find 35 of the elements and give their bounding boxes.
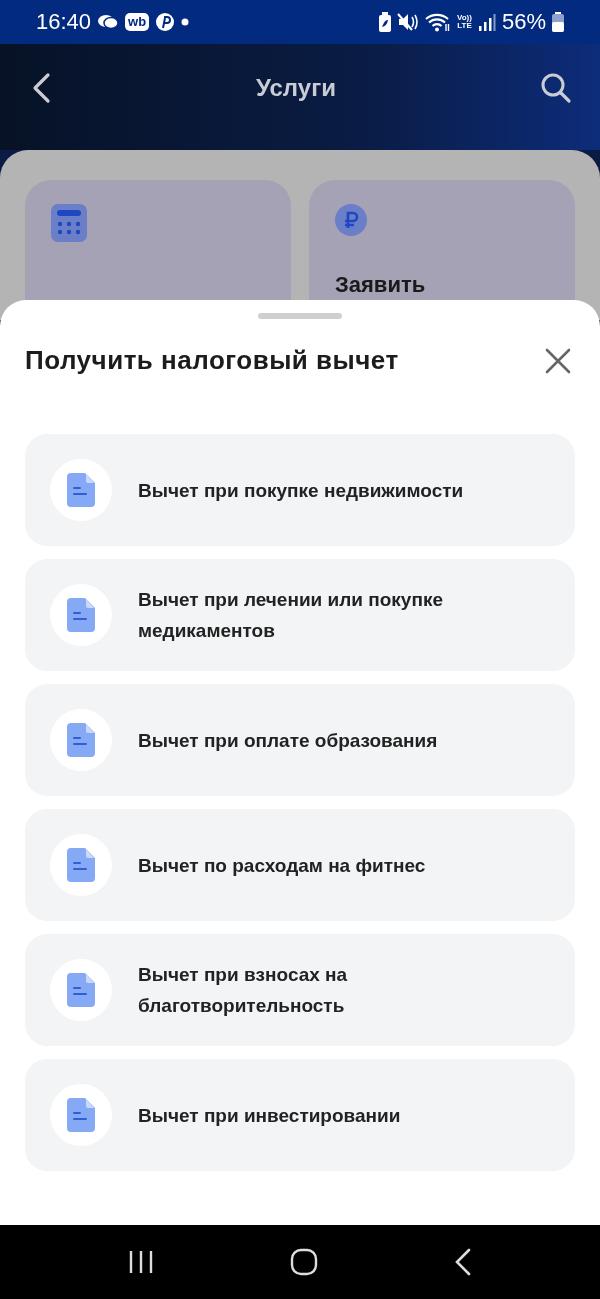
search-button[interactable] xyxy=(540,72,572,104)
wifi-icon xyxy=(425,12,451,32)
deduction-label: Вычет при оплате образования xyxy=(138,728,438,753)
recents-button[interactable] xyxy=(128,1250,154,1274)
calendar-icon xyxy=(51,204,87,242)
dot-icon xyxy=(181,18,190,26)
battery-icon xyxy=(552,12,564,32)
volte-label: Vo)) LTE xyxy=(457,14,472,30)
deduction-item[interactable]: Вычет при оплате образования xyxy=(25,684,575,796)
mute-icon xyxy=(397,12,419,32)
sheet-handle[interactable] xyxy=(258,313,342,319)
signal-icon xyxy=(477,12,496,32)
battery-percent: 56% xyxy=(501,9,546,35)
deduction-item[interactable]: Вычет по расходам на фитнес xyxy=(25,809,575,921)
status-time: 16:40 xyxy=(36,9,92,35)
page-title: Услуги xyxy=(256,74,336,102)
deduction-item[interactable]: Вычет при взносах на благотворительность xyxy=(25,934,575,1046)
sheet-title: Получить налоговый вычет xyxy=(25,345,399,376)
app-badge-icon: wb xyxy=(125,13,150,31)
pin-icon xyxy=(155,12,176,32)
chat-icon xyxy=(97,13,120,31)
deduction-item[interactable]: Вычет при покупке недвижимости xyxy=(25,434,575,546)
deduction-label: Вычет при взносах на благотворительность xyxy=(138,963,349,1018)
ruble-icon xyxy=(335,204,367,236)
deduction-item[interactable]: Вычет при лечении или покупке медикаментов xyxy=(25,559,575,671)
service-card-label: Заявить xyxy=(335,272,427,298)
deduction-label: Вычет при инвестировании xyxy=(138,1103,401,1128)
battery-saver-icon xyxy=(379,12,391,32)
deduction-label: Вычет по расходам на фитнес xyxy=(138,853,426,878)
deduction-label: Вычет при лечении или покупке медикаментов xyxy=(138,588,444,643)
home-button[interactable] xyxy=(290,1248,318,1276)
close-button[interactable] xyxy=(545,347,571,374)
deduction-label: Вычет при покупке недвижимости xyxy=(138,478,464,503)
deduction-item[interactable]: Вычет при инвестировании xyxy=(25,1059,575,1171)
back-nav-button[interactable] xyxy=(454,1248,472,1276)
